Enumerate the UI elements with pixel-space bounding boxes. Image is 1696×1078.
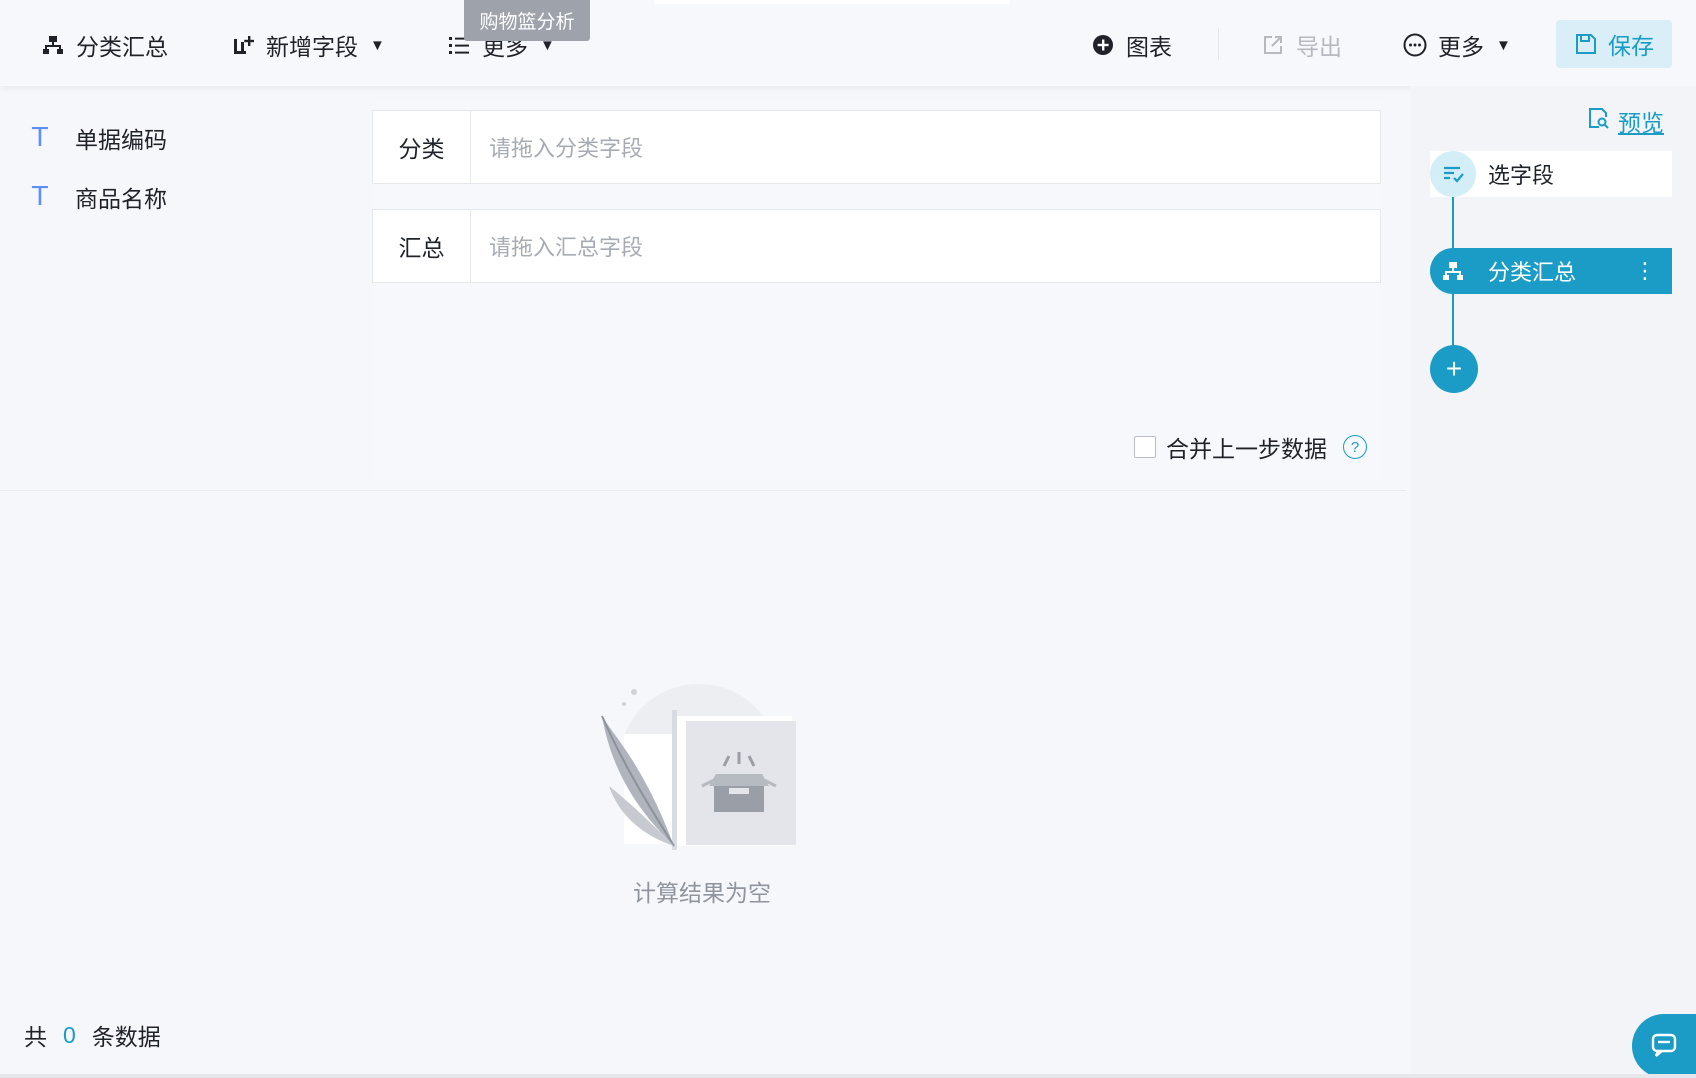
step-label: 选字段 — [1488, 163, 1555, 188]
export-label: 导出 — [1296, 34, 1342, 60]
save-button[interactable]: 保存 — [1556, 20, 1672, 68]
record-count: 共 0 条数据 — [24, 1018, 161, 1052]
summary-placeholder: 请拖入汇总字段 — [489, 235, 644, 260]
caret-down-icon: ▼ — [1496, 36, 1511, 54]
category-summary-label: 分类汇总 — [76, 34, 168, 60]
pipeline-step-category-summary[interactable]: 分类汇总 ⋮ — [1430, 248, 1672, 294]
bottom-edge — [0, 1074, 1696, 1078]
ellipsis-circle-icon — [1402, 32, 1428, 58]
category-drop-zone[interactable]: 分类 请拖入分类字段 — [372, 110, 1381, 184]
preview-icon — [1586, 106, 1610, 136]
category-summary-button[interactable]: 分类汇总 — [40, 24, 168, 66]
summary-label: 汇总 — [373, 210, 471, 282]
chat-icon — [1648, 1028, 1680, 1065]
pipeline-step-select-fields[interactable]: 选字段 — [1430, 151, 1672, 197]
empty-illustration — [594, 676, 814, 861]
add-column-icon — [230, 32, 256, 58]
tooltip: 购物篮分析 — [464, 0, 590, 41]
export-icon — [1260, 32, 1286, 58]
export-button[interactable]: 导出 — [1260, 24, 1342, 66]
text-type-icon: T — [32, 123, 48, 153]
support-chat-button[interactable] — [1632, 1014, 1696, 1078]
chart-button[interactable]: 图表 — [1090, 24, 1172, 66]
preview-label: 预览 — [1618, 110, 1664, 136]
caret-down-icon: ▼ — [370, 36, 385, 54]
help-icon[interactable]: ? — [1343, 435, 1367, 459]
field-item-document-code[interactable]: T 单据编码 — [32, 118, 167, 158]
merge-previous-option: 合并上一步数据 ? — [1134, 432, 1367, 462]
more-right-label: 更多 — [1438, 34, 1484, 60]
field-label: 商品名称 — [75, 186, 167, 212]
category-placeholder: 请拖入分类字段 — [489, 136, 644, 161]
summary-drop-zone[interactable]: 汇总 请拖入汇总字段 — [372, 209, 1381, 283]
add-field-button[interactable]: 新增字段 ▼ — [230, 24, 385, 66]
more-menu-right[interactable]: 更多 ▼ — [1402, 24, 1511, 66]
pipeline-connector — [1452, 197, 1454, 248]
chart-label: 图表 — [1126, 34, 1172, 60]
preview-link[interactable]: 预览 — [1586, 104, 1664, 138]
section-divider — [0, 490, 1406, 491]
merge-checkbox[interactable] — [1134, 436, 1156, 458]
field-label: 单据编码 — [75, 127, 167, 153]
add-step-button[interactable]: + — [1430, 345, 1478, 393]
empty-result-text: 计算结果为空 — [633, 880, 771, 906]
count-value: 0 — [63, 1021, 76, 1048]
select-fields-icon — [1430, 151, 1476, 197]
toolbar-divider — [1218, 28, 1219, 60]
merge-label: 合并上一步数据 — [1166, 436, 1327, 462]
hierarchy-icon — [40, 32, 66, 58]
floppy-disk-icon — [1574, 32, 1598, 56]
plus-circle-icon — [1090, 32, 1116, 58]
kebab-menu-icon[interactable]: ⋮ — [1634, 258, 1656, 284]
add-field-label: 新增字段 — [266, 34, 358, 60]
save-label: 保存 — [1608, 33, 1654, 59]
category-label: 分类 — [373, 111, 471, 183]
count-prefix: 共 — [24, 1024, 47, 1050]
step-label: 分类汇总 — [1488, 260, 1577, 285]
toolbar: 分类汇总 新增字段 ▼ 更多 ▼ 图表 导出 更多 ▼ 保存 — [0, 0, 1696, 86]
pipeline-connector — [1452, 294, 1454, 345]
top-strip — [654, 0, 1010, 4]
field-item-product-name[interactable]: T 商品名称 — [32, 177, 167, 217]
count-suffix: 条数据 — [91, 1024, 161, 1050]
text-type-icon: T — [32, 182, 48, 212]
hierarchy-icon — [1430, 260, 1476, 282]
